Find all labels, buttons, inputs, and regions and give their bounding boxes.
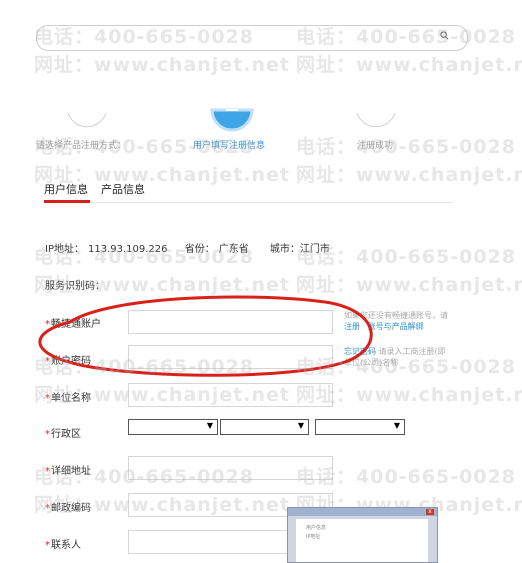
tab-divider [44, 202, 454, 203]
thumbnail-text: 用户信息 [306, 525, 327, 531]
dropdown-arrow-icon: ▼ [297, 421, 304, 430]
watermark-url: 网址：www.chanjet.net [34, 384, 290, 406]
step-progress [67, 108, 396, 132]
account-hint: 如果您还没有畅捷通账号，请 注册 账号与产品解绑 [344, 310, 454, 332]
watermark-phone: 电话：400-665-0028 [34, 356, 254, 378]
account-hint-text: 如果您还没有畅捷通账号，请 [344, 311, 448, 320]
tab-active-indicator [44, 200, 90, 203]
contact-label-text: 联系人 [51, 540, 81, 551]
watermark-phone: 电话：400-665-0028 [296, 466, 516, 488]
thumbnail-titlebar [288, 508, 437, 516]
watermark-phone: 电话：400-665-0028 [296, 26, 516, 48]
account-label-text: 畅捷通账户 [51, 319, 101, 330]
watermark-url: 网址：www.chanjet.net [296, 274, 522, 296]
watermark-phone: 电话：400-665-0028 [34, 136, 254, 158]
region-label: *行政区 [45, 425, 81, 440]
watermark-url: 网址：www.chanjet.net [34, 54, 290, 76]
required-mark: * [45, 319, 50, 330]
thumbnail-content: 用户信息 IP地址 [296, 519, 428, 562]
watermark-phone: 电话：400-665-0028 [296, 356, 516, 378]
required-mark: * [45, 540, 50, 551]
city-select[interactable]: ▼ [220, 419, 309, 435]
watermark-phone: 电话：400-665-0028 [296, 136, 516, 158]
watermark-phone: 电话：400-665-0028 [34, 26, 254, 48]
dropdown-arrow-icon: ▼ [206, 421, 213, 430]
close-icon[interactable]: x [426, 509, 434, 515]
watermark-phone: 电话：400-665-0028 [34, 246, 254, 268]
region-label-text: 行政区 [51, 429, 81, 440]
unbind-link[interactable]: 账号与产品解绑 [368, 322, 424, 331]
thumbnail-window[interactable]: x 用户信息 IP地址 [287, 507, 438, 563]
province-select[interactable]: ▼ [128, 419, 218, 435]
dropdown-arrow-icon: ▼ [393, 421, 400, 430]
account-label: *畅捷通账户 [45, 315, 101, 330]
watermark-url: 网址：www.chanjet.net [34, 164, 290, 186]
watermark-url: 网址：www.chanjet.net [296, 384, 522, 406]
register-link[interactable]: 注册 [344, 322, 360, 331]
contact-label: *联系人 [45, 536, 81, 551]
thumbnail-text: IP地址 [306, 534, 321, 540]
watermark-url: 网址：www.chanjet.net [34, 274, 290, 296]
account-input[interactable] [128, 310, 333, 334]
district-select[interactable]: ▼ [315, 419, 405, 435]
watermark-phone: 电话：400-665-0028 [34, 466, 254, 488]
watermark-url: 网址：www.chanjet.net [34, 494, 290, 516]
required-mark: * [45, 429, 50, 440]
watermark-url: 网址：www.chanjet.net [296, 54, 522, 76]
watermark-phone: 电话：400-665-0028 [296, 246, 516, 268]
watermark-url: 网址：www.chanjet.net [296, 164, 522, 186]
